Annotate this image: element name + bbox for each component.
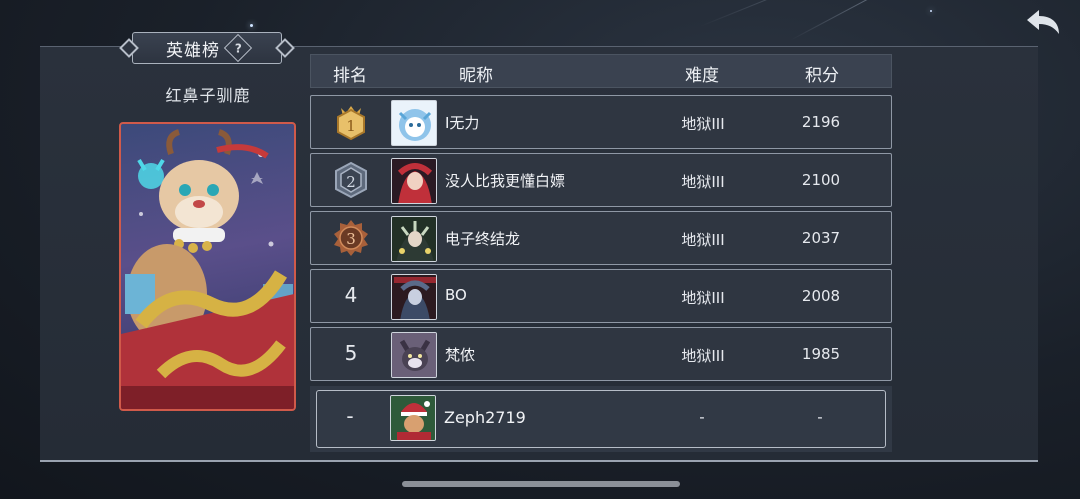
rank-number: 5 [344, 341, 358, 365]
avatar[interactable] [391, 332, 437, 378]
self-score: - [817, 408, 823, 426]
header-rank: 排名 [333, 66, 367, 86]
skin-name: 红鼻子驯鹿 [165, 86, 251, 105]
header-score: 积分 [805, 66, 839, 86]
table-row[interactable]: 4 BO 地狱III 2008 [310, 269, 892, 323]
self-nickname: Zeph2719 [444, 408, 526, 427]
player-difficulty: 地狱III [681, 115, 725, 133]
rank-number: 4 [344, 283, 358, 307]
player-nickname: 没人比我更懂白嫖 [445, 172, 566, 190]
table-header: 排名 昵称 难度 积分 [310, 54, 892, 88]
table-row[interactable]: 2 没人比我更懂白嫖 地狱III 2100 [310, 153, 892, 207]
player-avatar-image [398, 109, 432, 141]
player-nickname: 梵侬 [445, 346, 476, 364]
player-difficulty: 地狱III [681, 289, 725, 307]
title-banner: 英雄榜 ? [118, 32, 296, 64]
avatar[interactable] [390, 395, 436, 441]
svg-text:1: 1 [346, 117, 356, 135]
player-avatar-image [392, 275, 436, 319]
self-rank-row[interactable]: - Zeph2719 - - [310, 386, 892, 452]
panel-divider [40, 460, 1038, 462]
star-sparkle [930, 10, 932, 12]
header-difficulty: 难度 [685, 66, 719, 86]
svg-text:2: 2 [346, 173, 356, 191]
player-score: 2037 [801, 229, 841, 247]
player-score: 1985 [801, 345, 841, 363]
player-nickname: 电子终结龙 [445, 230, 521, 248]
table-row[interactable]: 5 梵侬 地狱III 1985 [310, 327, 892, 381]
skin-card-image[interactable] [119, 122, 296, 411]
rank-gold-crown-icon: 1 [331, 102, 371, 142]
player-nickname: BO [445, 286, 467, 304]
header-nickname: 昵称 [459, 66, 493, 86]
player-score: 2008 [801, 287, 841, 305]
rank-silver-icon: 2 [331, 160, 371, 200]
player-avatar-image [392, 159, 436, 203]
back-arrow-icon [1027, 10, 1059, 34]
back-button[interactable] [1022, 6, 1064, 40]
page-title: 英雄榜 [166, 40, 220, 61]
table-row[interactable]: 3 电子终结龙 地狱III 2037 [310, 211, 892, 265]
player-avatar-image [391, 396, 435, 440]
rank-bronze-icon: 3 [331, 218, 371, 258]
player-score: 2100 [801, 171, 841, 189]
table-row[interactable]: 1 I无力 地狱III 2196 [310, 95, 892, 149]
avatar[interactable] [391, 274, 437, 320]
sky-streak [699, 0, 840, 27]
player-score: 2196 [801, 113, 841, 131]
reindeer-skin-art [121, 129, 294, 409]
player-avatar-image [392, 333, 436, 377]
svg-text:3: 3 [346, 230, 356, 248]
player-avatar-image [392, 217, 436, 261]
player-difficulty: 地狱III [681, 347, 725, 365]
self-rank: - [346, 404, 354, 428]
player-difficulty: 地狱III [681, 231, 725, 249]
avatar[interactable] [391, 100, 437, 146]
player-nickname: I无力 [445, 114, 480, 132]
avatar[interactable] [391, 216, 437, 262]
avatar[interactable] [391, 158, 437, 204]
star-sparkle [250, 24, 253, 27]
self-difficulty: - [699, 408, 705, 426]
player-difficulty: 地狱III [681, 173, 725, 191]
home-indicator[interactable] [402, 481, 680, 487]
sky-streak [789, 0, 870, 41]
